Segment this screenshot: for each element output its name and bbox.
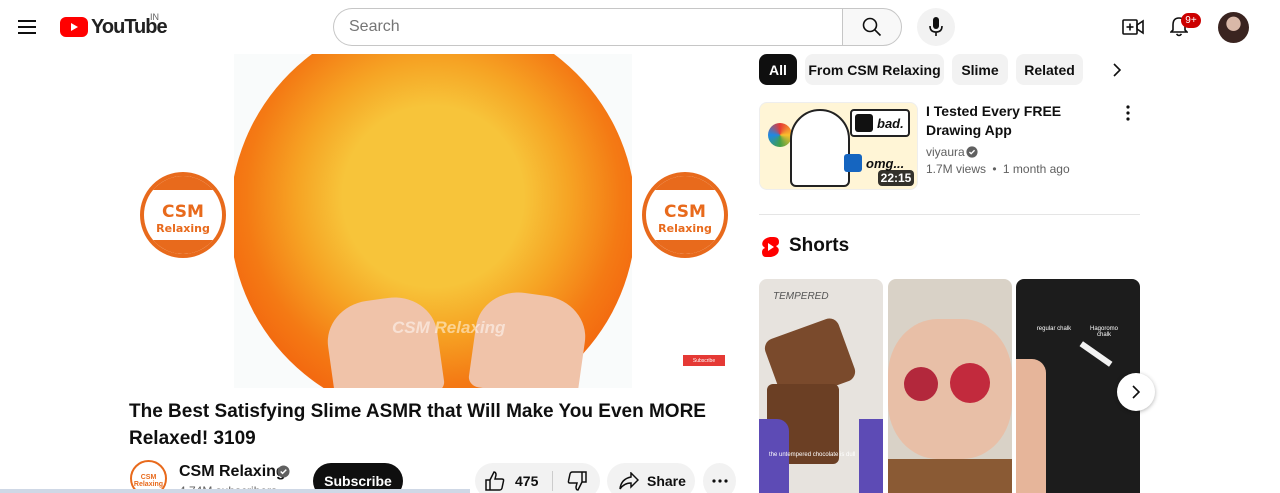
chalk-image xyxy=(1079,341,1113,367)
short-card[interactable] xyxy=(888,279,1012,493)
short-card[interactable]: TEMPERED the untempered chocolate is dul… xyxy=(759,279,883,493)
create-button[interactable] xyxy=(1116,10,1150,44)
country-code: IN xyxy=(150,12,159,22)
search-input[interactable] xyxy=(349,18,843,36)
csm-logo-left: CSM Relaxing xyxy=(140,172,226,258)
more-horizontal-icon xyxy=(711,479,728,483)
search-box xyxy=(333,8,843,46)
recommended-title[interactable]: I Tested Every FREE Drawing App xyxy=(926,102,1116,140)
channel-name[interactable]: CSM Relaxing xyxy=(179,463,286,481)
play-logo-icon xyxy=(60,17,88,37)
microphone-icon xyxy=(929,17,943,36)
candy-right-image xyxy=(950,363,990,403)
chip-all[interactable]: All xyxy=(759,54,797,85)
share-icon xyxy=(619,472,639,490)
short-label-hagoromo: Hagoromo chalk xyxy=(1089,326,1118,338)
verified-badge-icon xyxy=(966,146,978,158)
video-frame: CSM Relaxing xyxy=(234,54,632,388)
account-avatar[interactable] xyxy=(1218,12,1249,43)
share-button[interactable]: Share xyxy=(607,463,695,493)
video-title: The Best Satisfying Slime ASMR that Will… xyxy=(129,401,706,449)
chip-slime[interactable]: Slime xyxy=(952,54,1008,85)
more-vertical-icon xyxy=(1126,105,1130,121)
chevron-right-icon xyxy=(1113,63,1121,77)
more-actions-button[interactable] xyxy=(703,463,736,493)
video-player[interactable]: CSM Relaxing CSM Relaxing CSM Relaxing S… xyxy=(128,54,738,388)
page-bottom-strip xyxy=(0,489,470,493)
glove-image-right xyxy=(859,419,883,493)
in-video-subscribe-tag: Subscribe xyxy=(683,355,725,366)
dislike-button[interactable] xyxy=(553,463,600,493)
chip-from-channel[interactable]: From CSM Relaxing xyxy=(805,54,944,85)
top-bar: YouTube IN 9+ xyxy=(0,0,1280,54)
recommended-channel[interactable]: viyaura xyxy=(926,145,965,159)
verified-badge-icon xyxy=(277,465,290,478)
candy-left-image xyxy=(904,367,938,401)
shorts-logo-icon xyxy=(762,237,779,257)
thumb-label-bad: bad. xyxy=(850,109,910,137)
video-duration: 22:15 xyxy=(878,170,914,186)
search-button[interactable] xyxy=(842,8,902,46)
shorts-next-button[interactable] xyxy=(1117,373,1155,411)
short-text-top: TEMPERED xyxy=(773,291,829,302)
recommended-menu-button[interactable] xyxy=(1118,103,1138,123)
like-count: 475 xyxy=(515,473,539,489)
recommended-meta: 1.7M views • 1 month ago xyxy=(926,162,1070,176)
chip-related[interactable]: Related xyxy=(1016,54,1083,85)
like-dislike-group: 475 xyxy=(475,463,600,493)
shorts-heading: Shorts xyxy=(789,235,850,256)
cartoon-character-image xyxy=(790,109,850,187)
upload-age: 1 month ago xyxy=(1002,162,1070,176)
thumbs-down-icon xyxy=(567,471,587,491)
short-caption: the untempered chocolate is dull xyxy=(769,452,856,458)
view-count: 1.7M views xyxy=(926,162,987,176)
share-label: Share xyxy=(647,473,686,489)
table-image xyxy=(888,459,1012,493)
hamburger-icon xyxy=(18,20,36,34)
thumbs-up-icon xyxy=(485,471,505,491)
menu-button[interactable] xyxy=(10,10,44,44)
hand-image xyxy=(1016,359,1046,493)
chrome-logo-icon xyxy=(768,123,792,147)
short-label-regular: regular chalk xyxy=(1036,326,1072,332)
search-icon xyxy=(862,17,882,37)
video-plus-icon xyxy=(1122,19,1144,35)
section-divider xyxy=(759,214,1140,215)
like-button[interactable]: 475 xyxy=(475,463,551,493)
chevron-right-icon xyxy=(1132,385,1140,399)
chips-next-button[interactable] xyxy=(1104,57,1130,83)
notification-badge: 9+ xyxy=(1181,13,1201,28)
voice-search-button[interactable] xyxy=(917,8,955,46)
video-watermark: CSM Relaxing xyxy=(392,318,506,337)
csm-logo-right: CSM Relaxing xyxy=(642,172,728,258)
